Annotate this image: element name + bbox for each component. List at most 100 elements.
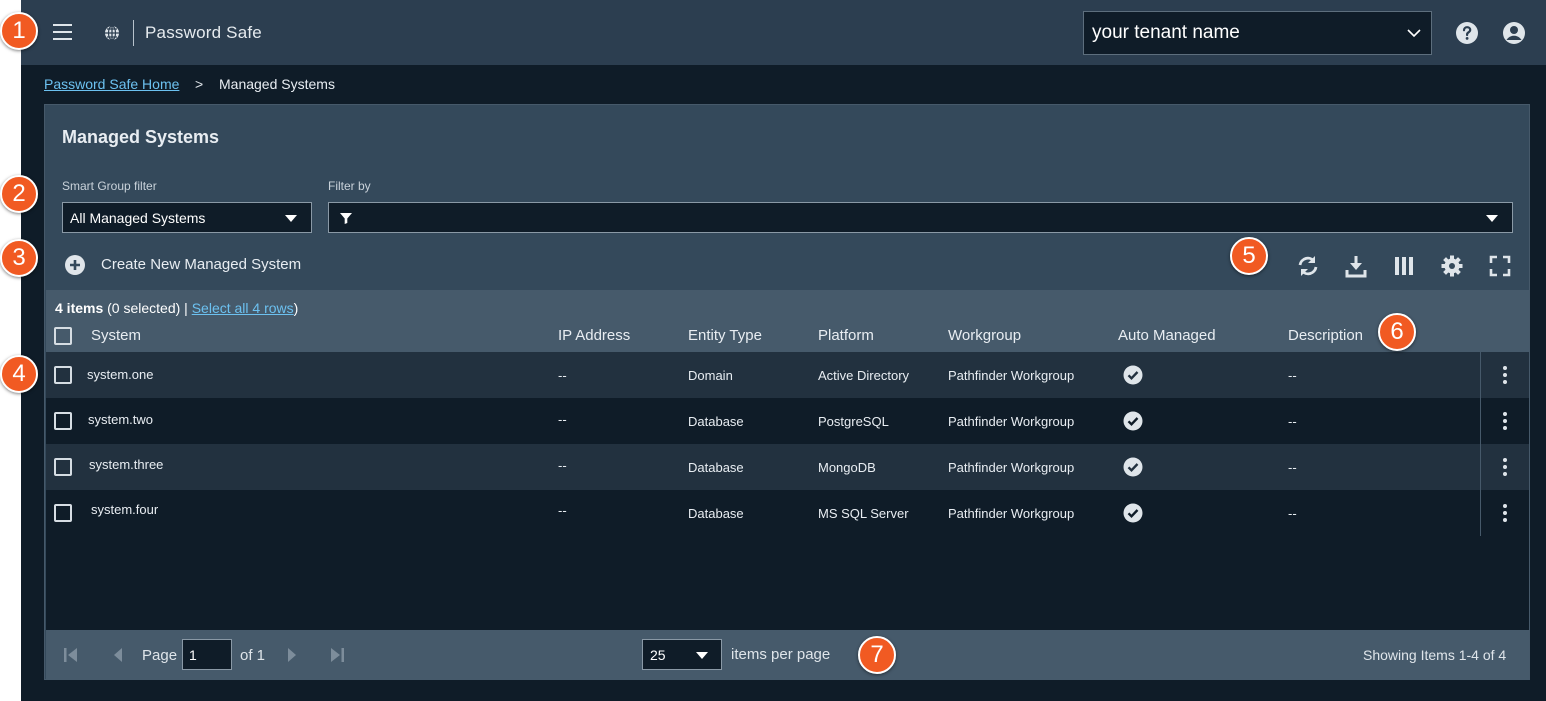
items-count: 4 items (0 selected) | Select all 4 rows… [55,300,298,316]
top-bar: Password Safe your tenant name [21,0,1546,65]
row-actions-menu[interactable] [1480,398,1529,444]
column-header-description[interactable]: Description [1288,327,1363,344]
refresh-icon[interactable] [1296,254,1320,278]
column-header-ip-address[interactable]: IP Address [558,327,630,344]
row-checkbox[interactable] [54,504,72,522]
caret-down-icon [1486,215,1498,222]
system-name[interactable]: system.four [91,502,158,517]
description: -- [1288,460,1297,475]
filter-by-label: Filter by [328,179,371,193]
ip-address: -- [558,412,567,427]
entity-type: Database [688,506,744,521]
callout-marker: 2 [0,175,38,213]
platform: PostgreSQL [818,414,889,429]
items-per-page-label: items per page [731,646,831,663]
system-name[interactable]: system.three [89,457,163,472]
previous-page-icon[interactable] [110,647,126,663]
column-header-system[interactable]: System [91,327,141,344]
workgroup: Pathfinder Workgroup [948,414,1075,429]
managed-systems-grid: 4 items (0 selected) | Select all 4 rows… [46,290,1529,630]
more-vertical-icon [1503,504,1507,522]
last-page-icon[interactable] [329,647,345,663]
user-account-icon[interactable] [1502,21,1526,45]
columns-icon[interactable] [1392,254,1416,278]
hamburger-menu-icon[interactable] [53,24,72,40]
items-per-page-value: 25 [650,647,666,663]
next-page-icon[interactable] [284,647,300,663]
more-vertical-icon [1503,412,1507,430]
column-header-workgroup[interactable]: Workgroup [948,327,1021,344]
callout-marker: 1 [0,12,38,50]
more-vertical-icon [1503,458,1507,476]
select-all-checkbox[interactable] [54,327,72,345]
brand-divider [133,20,134,46]
ip-address: -- [558,503,567,518]
page-number-input[interactable] [182,639,232,670]
plus-circle-icon [65,255,85,275]
ip-address: -- [558,368,567,383]
row-actions-menu[interactable] [1480,444,1529,490]
callout-marker: 6 [1378,313,1416,351]
items-count-close: ) [293,300,299,316]
table-row[interactable]: system.two -- Database PostgreSQL Pathfi… [46,398,1529,444]
system-name[interactable]: system.two [88,412,153,427]
brand-name: Password Safe [145,23,262,42]
auto-managed-check-icon [1123,365,1143,385]
fullscreen-icon[interactable] [1488,254,1512,278]
column-header-auto-managed[interactable]: Auto Managed [1118,327,1216,344]
auto-managed-check-icon [1123,503,1143,523]
platform: Active Directory [818,368,910,383]
workgroup: Pathfinder Workgroup [948,506,1075,521]
select-all-link[interactable]: Select all 4 rows [192,300,294,316]
description: -- [1288,414,1297,429]
items-count-selected: (0 selected) | [103,300,192,316]
column-header-entity-type[interactable]: Entity Type [688,327,762,344]
smart-group-select[interactable]: All Managed Systems [62,202,312,233]
callout-marker: 7 [858,636,896,674]
entity-type: Database [688,460,744,475]
description: -- [1288,506,1297,521]
items-count-total: 4 items [55,300,104,316]
smart-group-value: All Managed Systems [70,210,206,226]
items-per-page-select[interactable]: 25 [642,639,722,670]
row-checkbox[interactable] [54,412,72,430]
table-row[interactable]: system.one -- Domain Active Directory Pa… [46,352,1529,398]
platform: MongoDB [818,460,876,475]
auto-managed-check-icon [1123,457,1143,477]
row-actions-menu[interactable] [1480,490,1529,536]
table-row[interactable]: system.four -- Database MS SQL Server Pa… [46,490,1529,536]
pagination-bar: Page of 1 25 items per page Showing Item… [46,630,1529,680]
chevron-down-icon [1407,29,1421,38]
help-icon[interactable] [1455,21,1479,45]
table-row[interactable]: system.three -- Database MongoDB Pathfin… [46,444,1529,490]
globe-logo-icon [105,25,119,41]
showing-items-text: Showing Items 1-4 of 4 [1363,647,1507,663]
workgroup: Pathfinder Workgroup [948,460,1075,475]
row-actions-menu[interactable] [1480,352,1529,398]
ip-address: -- [558,458,567,473]
managed-systems-panel: Managed Systems Smart Group filter All M… [44,104,1530,680]
filter-by-select[interactable] [328,202,1513,233]
row-checkbox[interactable] [54,458,72,476]
page-of-label: of 1 [240,647,266,664]
description: -- [1288,368,1297,383]
tenant-select[interactable]: your tenant name [1083,11,1432,55]
auto-managed-check-icon [1123,411,1143,431]
workgroup: Pathfinder Workgroup [948,368,1075,383]
entity-type: Database [688,414,744,429]
system-name[interactable]: system.one [87,367,153,382]
page-title: Managed Systems [62,127,220,147]
callout-marker: 5 [1230,237,1268,275]
first-page-icon[interactable] [63,647,79,663]
page-label: Page [142,647,178,664]
caret-down-icon [696,652,708,659]
column-header-platform[interactable]: Platform [818,327,874,344]
row-checkbox[interactable] [54,366,72,384]
caret-down-icon [285,215,297,222]
download-icon[interactable] [1344,254,1368,278]
more-vertical-icon [1503,366,1507,384]
breadcrumb-home-link[interactable]: Password Safe Home [44,76,179,92]
entity-type: Domain [688,368,733,383]
filter-funnel-icon [340,213,352,224]
settings-gear-icon[interactable] [1440,254,1464,278]
